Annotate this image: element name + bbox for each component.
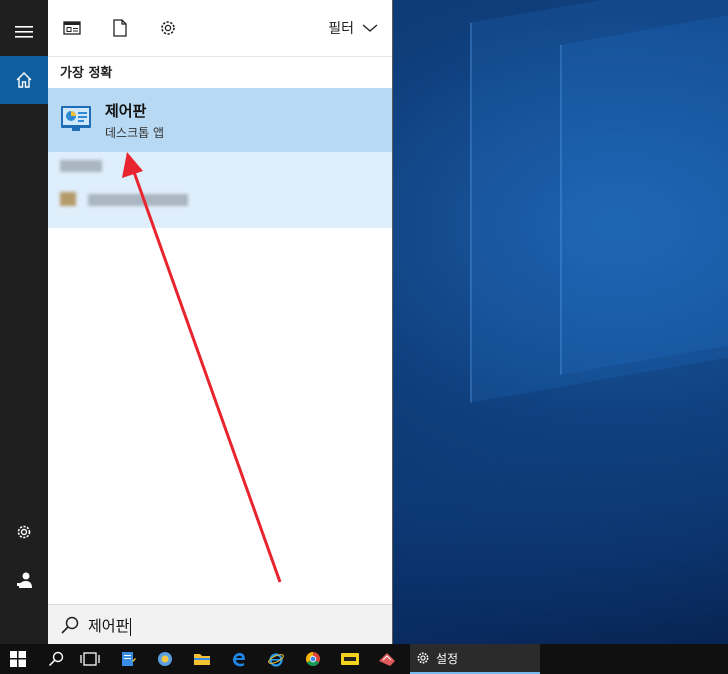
result-title: 제어판 [105, 102, 147, 120]
documents-filter-button[interactable] [106, 14, 134, 42]
ruler-icon [379, 653, 395, 666]
blurred-text [60, 160, 102, 172]
taskbar-app-notepad[interactable] [110, 644, 146, 674]
settings-filter-button[interactable] [154, 14, 182, 42]
taskbar-settings-label: 설정 [436, 651, 459, 666]
start-sidebar [0, 0, 48, 644]
taskbar-app-file-explorer[interactable] [184, 644, 220, 674]
apps-icon [63, 21, 81, 35]
windows-logo-icon [10, 651, 26, 667]
search-input[interactable]: 제어판 [88, 615, 132, 636]
edge-icon [233, 652, 245, 667]
taskbar-app-pdf[interactable] [332, 644, 368, 674]
pdf-icon [341, 653, 359, 665]
search-panel: 필터 가장 정확 제어판 데스크톱 앱 제어판 [48, 0, 393, 645]
document-icon [113, 19, 127, 37]
taskbar-app-ruler[interactable] [369, 644, 405, 674]
chrome-icon [306, 652, 320, 666]
search-toolbar: 필터 [48, 0, 392, 57]
search-icon [61, 616, 79, 634]
settings-icon [161, 21, 175, 35]
menu-icon [15, 26, 33, 38]
taskbar-app-internet-explorer[interactable] [258, 644, 294, 674]
notepad-icon [122, 652, 136, 666]
home-button[interactable] [0, 56, 48, 104]
task-view-icon [80, 652, 100, 666]
home-icon [16, 72, 32, 88]
result-subtitle: 데스크톱 앱 [105, 126, 165, 140]
wallpaper-window-pane [560, 15, 728, 375]
taskbar-app-chrome[interactable] [295, 644, 331, 674]
filter-dropdown[interactable]: 필터 [328, 18, 378, 38]
settings-button[interactable] [0, 508, 48, 556]
best-match-result[interactable]: 제어판 데스크톱 앱 [48, 88, 392, 152]
taskbar-app-settings[interactable]: 설정 [410, 644, 540, 674]
settings-icon [17, 525, 31, 539]
search-box[interactable]: 제어판 [48, 604, 392, 645]
control-panel-icon [61, 106, 91, 131]
search-icon [48, 651, 64, 667]
best-match-heading: 가장 정확 [60, 66, 113, 81]
user-button[interactable] [0, 556, 48, 604]
user-icon [17, 572, 32, 588]
blurred-text [88, 194, 188, 206]
chevron-down-icon [362, 24, 378, 32]
hamburger-menu-button[interactable] [0, 8, 48, 56]
apps-filter-button[interactable] [58, 14, 86, 42]
taskbar-app-paint[interactable] [147, 644, 183, 674]
text-caret [130, 617, 132, 636]
search-input-value: 제어판 [88, 617, 130, 635]
blurred-icon [60, 192, 76, 206]
taskbar-search-button[interactable] [38, 644, 74, 674]
internet-explorer-icon [268, 653, 284, 667]
blurred-results [48, 152, 392, 228]
task-view-button[interactable] [72, 644, 108, 674]
folder-icon [194, 654, 210, 665]
settings-icon [417, 652, 429, 664]
taskbar: 설정 [0, 644, 728, 674]
start-button[interactable] [0, 644, 36, 674]
taskbar-app-edge[interactable] [221, 644, 257, 674]
filter-label: 필터 [328, 21, 354, 37]
paint-icon [158, 652, 172, 666]
